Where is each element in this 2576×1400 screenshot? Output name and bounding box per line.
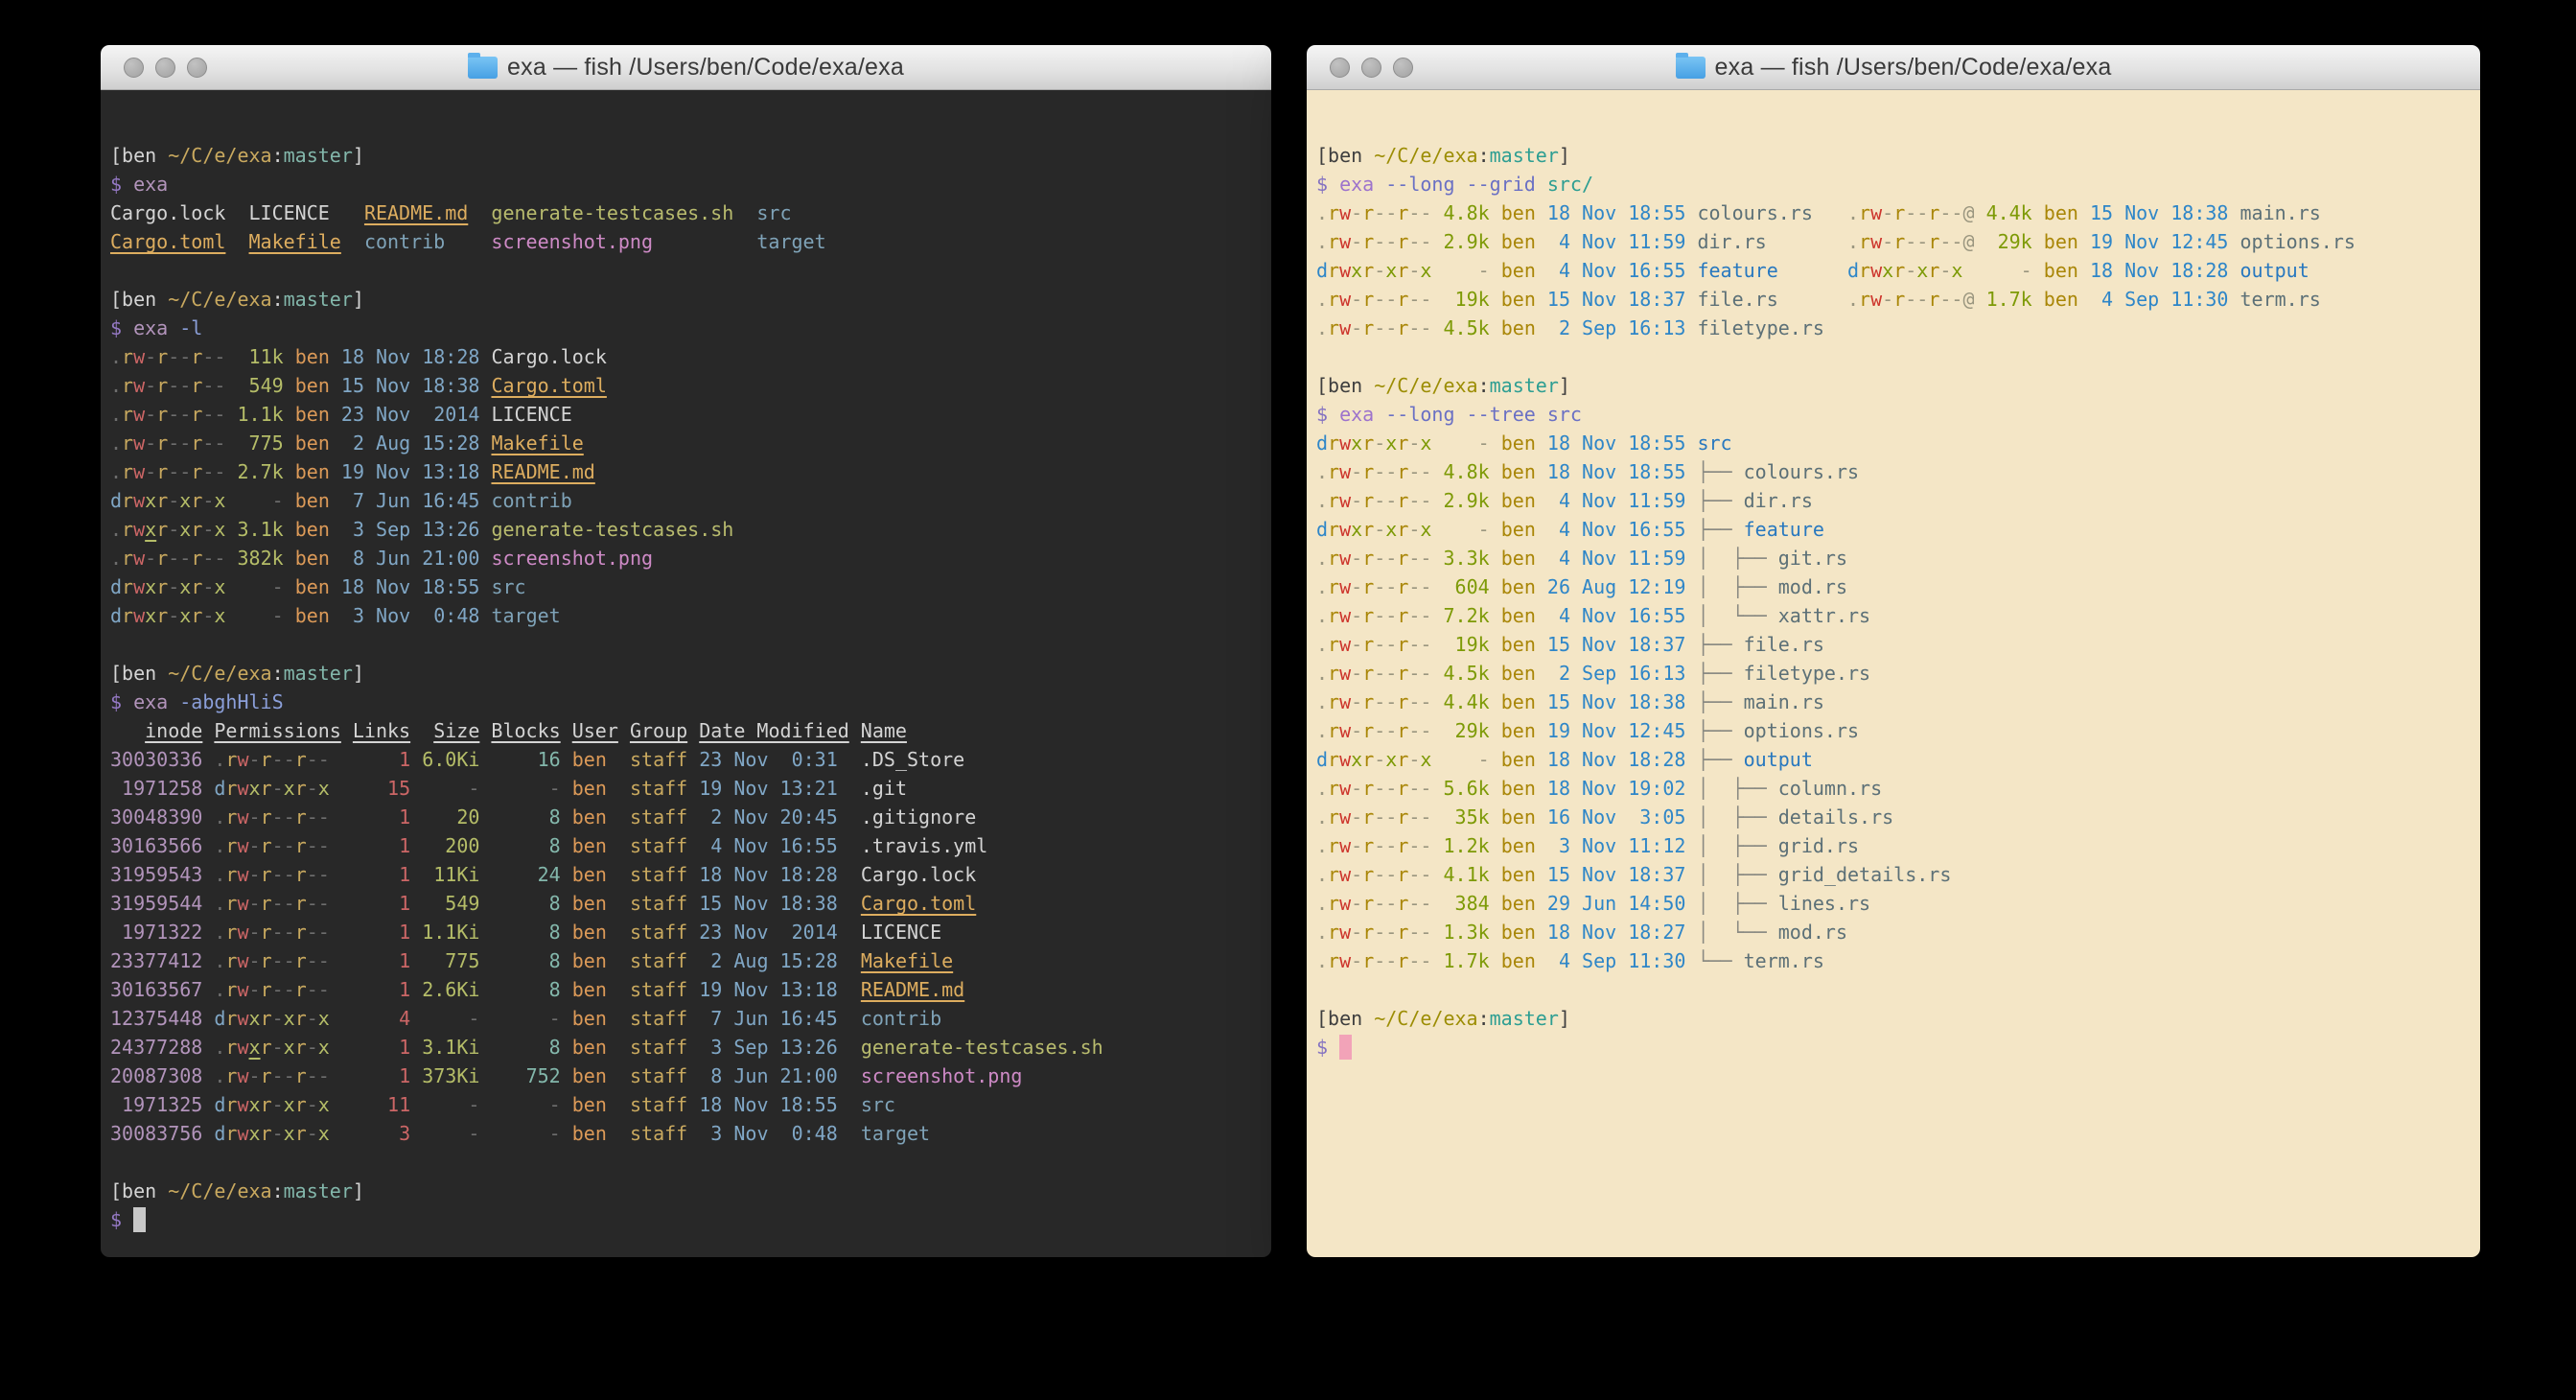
terminal-line: $ exa --long --tree src — [1316, 400, 2480, 429]
terminal-line: .rw-r--r-- 1.1k ben 23 Nov 2014 LICENCE — [110, 400, 1271, 429]
terminal-line: [ben ~/C/e/exa:master] — [1316, 141, 2480, 170]
zoom-button[interactable] — [187, 58, 207, 78]
terminal-line: $ exa -abghHliS — [110, 688, 1271, 716]
terminal-line: $ exa --long --grid src/ — [1316, 170, 2480, 198]
terminal-line: .rw-r--r-- 35k ben 16 Nov 3:05 │ ├── det… — [1316, 803, 2480, 831]
terminal-line: $ exa — [110, 170, 1271, 198]
terminal-line: [ben ~/C/e/exa:master] — [1316, 371, 2480, 400]
terminal-line: .rw-r--r-- 4.5k ben 2 Sep 16:13 ├── file… — [1316, 659, 2480, 688]
terminal-line: 12375448 drwxr-xr-x 4 - - ben staff 7 Ju… — [110, 1004, 1271, 1033]
title-group: exa — fish /Users/ben/Code/exa/exa — [1676, 54, 2112, 82]
terminal-line: [ben ~/C/e/exa:master] — [1316, 1004, 2480, 1033]
terminal-line: .rw-r--r-- 11k ben 18 Nov 18:28 Cargo.lo… — [110, 342, 1271, 371]
terminal-line: inode Permissions Links Size Blocks User… — [110, 716, 1271, 745]
terminal-line: drwxr-xr-x - ben 4 Nov 16:55 feature drw… — [1316, 256, 2480, 285]
terminal-line: 1971258 drwxr-xr-x 15 - - ben staff 19 N… — [110, 774, 1271, 803]
terminal-line: .rwxr-xr-x 3.1k ben 3 Sep 13:26 generate… — [110, 515, 1271, 544]
terminal-line: 30163566 .rw-r--r-- 1 200 8 ben staff 4 … — [110, 831, 1271, 860]
terminal-line: $ exa -l — [110, 314, 1271, 342]
desktop: { "page": {"background": "#000000"}, "wi… — [0, 0, 2576, 1400]
terminal-line: 30030336 .rw-r--r-- 1 6.0Ki 16 ben staff… — [110, 745, 1271, 774]
terminal-line: drwxr-xr-x - ben 18 Nov 18:28 ├── output — [1316, 745, 2480, 774]
terminal-window-right: exa — fish /Users/ben/Code/exa/exa [ben … — [1307, 45, 2480, 1257]
terminal-line: drwxr-xr-x - ben 4 Nov 16:55 ├── feature — [1316, 515, 2480, 544]
traffic-lights — [1330, 45, 1413, 89]
terminal-line: [ben ~/C/e/exa:master] — [110, 659, 1271, 688]
zoom-button[interactable] — [1393, 58, 1413, 78]
close-button[interactable] — [1330, 58, 1350, 78]
terminal-line: .rw-r--r-- 5.6k ben 18 Nov 19:02 │ ├── c… — [1316, 774, 2480, 803]
terminal-line: drwxr-xr-x - ben 18 Nov 18:55 src — [1316, 429, 2480, 457]
minimize-button[interactable] — [155, 58, 175, 78]
terminal-line: 1971322 .rw-r--r-- 1 1.1Ki 8 ben staff 2… — [110, 918, 1271, 946]
terminal-line: 31959543 .rw-r--r-- 1 11Ki 24 ben staff … — [110, 860, 1271, 889]
terminal-line: 23377412 .rw-r--r-- 1 775 8 ben staff 2 … — [110, 946, 1271, 975]
folder-icon — [468, 57, 498, 79]
terminal-line: .rw-r--r-- 1.3k ben 18 Nov 18:27 │ └── m… — [1316, 918, 2480, 946]
terminal-line: 30083756 drwxr-xr-x 3 - - ben staff 3 No… — [110, 1119, 1271, 1148]
titlebar[interactable]: exa — fish /Users/ben/Code/exa/exa — [101, 45, 1271, 90]
terminal-line: $ — [1316, 1033, 2480, 1062]
terminal-line — [1316, 342, 2480, 371]
terminal-line: .rw-r--r-- 775 ben 2 Aug 15:28 Makefile — [110, 429, 1271, 457]
terminal-line: .rw-r--r-- 1.2k ben 3 Nov 11:12 │ ├── gr… — [1316, 831, 2480, 860]
terminal-line: .rw-r--r-- 384 ben 29 Jun 14:50 │ ├── li… — [1316, 889, 2480, 918]
terminal-line: .rw-r--r-- 4.8k ben 18 Nov 18:55 ├── col… — [1316, 457, 2480, 486]
terminal-line: .rw-r--r-- 4.5k ben 2 Sep 16:13 filetype… — [1316, 314, 2480, 342]
terminal-line: 20087308 .rw-r--r-- 1 373Ki 752 ben staf… — [110, 1062, 1271, 1090]
terminal-line: .rw-r--r-- 2.7k ben 19 Nov 13:18 README.… — [110, 457, 1271, 486]
minimize-button[interactable] — [1361, 58, 1381, 78]
terminal-line: .rw-r--r-- 2.9k ben 4 Nov 11:59 dir.rs .… — [1316, 227, 2480, 256]
terminal-line: 1971325 drwxr-xr-x 11 - - ben staff 18 N… — [110, 1090, 1271, 1119]
terminal-line: 30163567 .rw-r--r-- 1 2.6Ki 8 ben staff … — [110, 975, 1271, 1004]
terminal-line: .rw-r--r-- 4.1k ben 15 Nov 18:37 │ ├── g… — [1316, 860, 2480, 889]
terminal-cursor — [1339, 1035, 1352, 1060]
window-title: exa — fish /Users/ben/Code/exa/exa — [1715, 54, 2112, 82]
terminal-line: drwxr-xr-x - ben 3 Nov 0:48 target — [110, 601, 1271, 630]
terminal-line: .rw-r--r-- 4.8k ben 18 Nov 18:55 colours… — [1316, 198, 2480, 227]
terminal-line: .rw-r--r-- 549 ben 15 Nov 18:38 Cargo.to… — [110, 371, 1271, 400]
terminal-line: [ben ~/C/e/exa:master] — [110, 285, 1271, 314]
traffic-lights — [124, 45, 207, 89]
terminal-line: drwxr-xr-x - ben 7 Jun 16:45 contrib — [110, 486, 1271, 515]
folder-icon — [1676, 57, 1706, 79]
terminal-line — [1316, 975, 2480, 1004]
terminal-line: drwxr-xr-x - ben 18 Nov 18:55 src — [110, 572, 1271, 601]
terminal-output-right[interactable]: [ben ~/C/e/exa:master]$ exa --long --gri… — [1307, 90, 2480, 1257]
terminal-line: .rw-r--r-- 604 ben 26 Aug 12:19 │ ├── mo… — [1316, 572, 2480, 601]
terminal-line — [110, 630, 1271, 659]
terminal-line: $ — [110, 1205, 1271, 1234]
terminal-line: .rw-r--r-- 1.7k ben 4 Sep 11:30 └── term… — [1316, 946, 2480, 975]
terminal-line: .rw-r--r-- 19k ben 15 Nov 18:37 ├── file… — [1316, 630, 2480, 659]
terminal-line: .rw-r--r-- 7.2k ben 4 Nov 16:55 │ └── xa… — [1316, 601, 2480, 630]
terminal-line: Cargo.toml Makefile contrib screenshot.p… — [110, 227, 1271, 256]
terminal-cursor — [133, 1207, 146, 1232]
terminal-line: Cargo.lock LICENCE README.md generate-te… — [110, 198, 1271, 227]
terminal-line: .rw-r--r-- 19k ben 15 Nov 18:37 file.rs … — [1316, 285, 2480, 314]
titlebar[interactable]: exa — fish /Users/ben/Code/exa/exa — [1307, 45, 2480, 90]
terminal-line: 31959544 .rw-r--r-- 1 549 8 ben staff 15… — [110, 889, 1271, 918]
window-title: exa — fish /Users/ben/Code/exa/exa — [507, 54, 904, 82]
terminal-line: [ben ~/C/e/exa:master] — [110, 141, 1271, 170]
terminal-line: [ben ~/C/e/exa:master] — [110, 1177, 1271, 1205]
terminal-output-left[interactable]: [ben ~/C/e/exa:master]$ exaCargo.lock LI… — [101, 90, 1271, 1257]
close-button[interactable] — [124, 58, 144, 78]
terminal-line: .rw-r--r-- 4.4k ben 15 Nov 18:38 ├── mai… — [1316, 688, 2480, 716]
terminal-line: .rw-r--r-- 382k ben 8 Jun 21:00 screensh… — [110, 544, 1271, 572]
terminal-window-left: exa — fish /Users/ben/Code/exa/exa [ben … — [101, 45, 1271, 1257]
terminal-line: .rw-r--r-- 2.9k ben 4 Nov 11:59 ├── dir.… — [1316, 486, 2480, 515]
terminal-line: 24377288 .rwxr-xr-x 1 3.1Ki 8 ben staff … — [110, 1033, 1271, 1062]
terminal-line — [110, 1148, 1271, 1177]
title-group: exa — fish /Users/ben/Code/exa/exa — [468, 54, 904, 82]
terminal-line: .rw-r--r-- 29k ben 19 Nov 12:45 ├── opti… — [1316, 716, 2480, 745]
terminal-line: 30048390 .rw-r--r-- 1 20 8 ben staff 2 N… — [110, 803, 1271, 831]
terminal-line — [110, 256, 1271, 285]
terminal-line: .rw-r--r-- 3.3k ben 4 Nov 11:59 │ ├── gi… — [1316, 544, 2480, 572]
